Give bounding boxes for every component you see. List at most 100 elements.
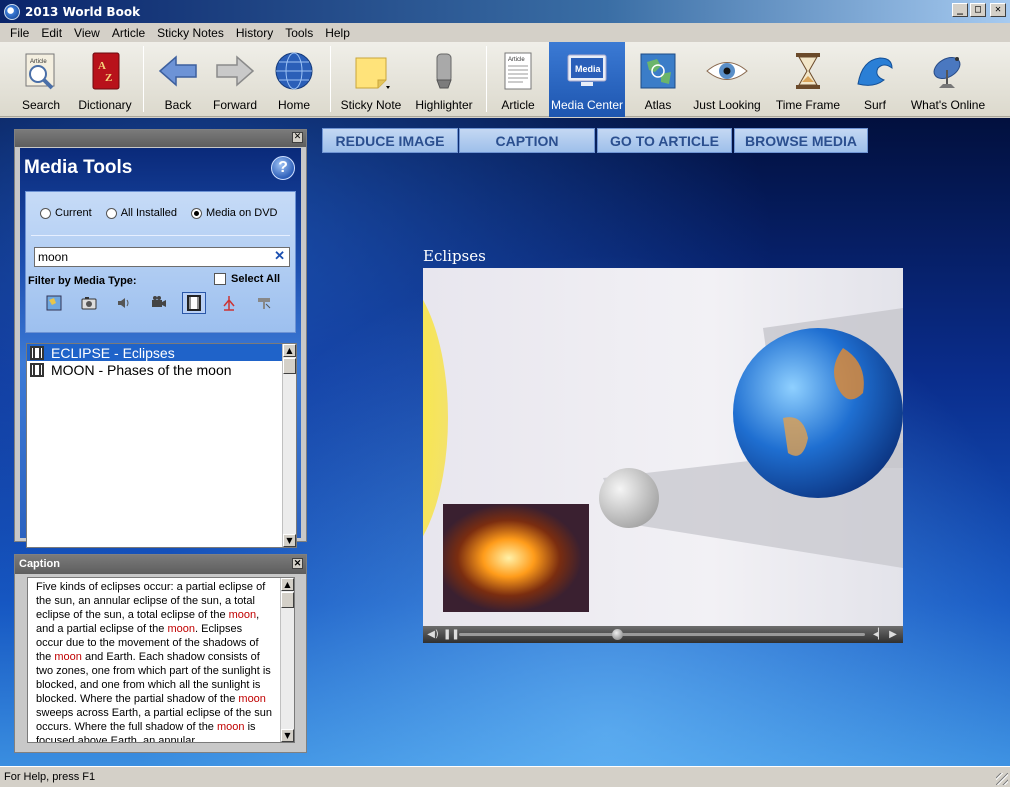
menu-article[interactable]: Article bbox=[106, 26, 151, 40]
diagram-icon[interactable] bbox=[217, 292, 241, 314]
maximize-button[interactable]: □ bbox=[970, 3, 986, 17]
list-item[interactable]: ECLIPSE - Eclipses bbox=[27, 344, 284, 361]
atlas-map-icon bbox=[636, 49, 680, 93]
surf-label: Surf bbox=[863, 98, 886, 112]
toolbar-separator bbox=[143, 46, 144, 112]
scope-radio-media-on-dvd[interactable]: Media on DVD bbox=[190, 207, 278, 219]
video-progress-knob[interactable] bbox=[612, 629, 624, 640]
result-label: ECLIPSE - Eclipses bbox=[51, 344, 175, 361]
surf-button[interactable]: Surf bbox=[850, 42, 900, 117]
select-all-label: Select All bbox=[231, 273, 281, 285]
scroll-up-arrow-icon[interactable]: ▲ bbox=[281, 578, 294, 591]
interactive-icon[interactable] bbox=[252, 292, 276, 314]
title-bar: 2013 World Book _ □ ✕ bbox=[0, 0, 1010, 23]
back-button[interactable]: Back bbox=[150, 42, 206, 117]
clear-search-icon[interactable]: ✕ bbox=[274, 248, 285, 264]
video-progress-track[interactable] bbox=[459, 629, 865, 640]
caption-text: Five kinds of eclipses occur: a partial … bbox=[36, 580, 272, 742]
go-to-article-button[interactable]: GO TO ARTICLE bbox=[597, 128, 732, 153]
audio-icon[interactable] bbox=[112, 292, 136, 314]
radio-button-icon bbox=[40, 207, 51, 219]
eye-icon bbox=[705, 49, 749, 93]
just-looking-button[interactable]: Just Looking bbox=[690, 42, 764, 117]
dictionary-icon: AZ bbox=[83, 49, 127, 93]
caption-button[interactable]: CAPTION bbox=[459, 128, 595, 153]
list-item[interactable]: MOON - Phases of the moon bbox=[27, 361, 284, 378]
scroll-down-arrow-icon[interactable]: ▼ bbox=[283, 534, 296, 547]
scope-radio-group: Current All Installed Media on DVD bbox=[40, 207, 278, 219]
menu-tools[interactable]: Tools bbox=[279, 26, 319, 40]
help-icon[interactable]: ? bbox=[271, 156, 295, 180]
caption-highlighted-term: moon bbox=[54, 651, 82, 663]
back-arrow-icon bbox=[156, 49, 200, 93]
step-back-icon[interactable]: ◂▏ bbox=[873, 629, 886, 640]
menu-history[interactable]: History bbox=[230, 26, 279, 40]
photo-icon[interactable] bbox=[77, 292, 101, 314]
scrollbar-thumb[interactable] bbox=[281, 592, 294, 608]
dictionary-button[interactable]: AZ Dictionary bbox=[75, 42, 135, 117]
time-frame-label: Time Frame bbox=[775, 98, 841, 112]
highlighter-icon bbox=[422, 49, 466, 93]
caption-highlighted-term: moon bbox=[216, 721, 245, 733]
caption-highlighted-term: moon bbox=[238, 693, 266, 705]
scope-radio-all-installed[interactable]: All Installed bbox=[105, 207, 177, 219]
eclipse-animation-frame[interactable] bbox=[423, 268, 903, 626]
search-button[interactable]: Article Search bbox=[10, 42, 72, 117]
caption-panel-title: Caption bbox=[19, 558, 60, 570]
media-monitor-icon: Media bbox=[565, 49, 609, 93]
media-center-button[interactable]: Media Media Center bbox=[549, 42, 625, 117]
world-book-app-icon bbox=[4, 3, 20, 20]
video-camera-icon[interactable] bbox=[147, 292, 171, 314]
media-search-input[interactable]: moon ✕ bbox=[34, 247, 290, 267]
checkbox-icon bbox=[214, 273, 226, 285]
minimize-button[interactable]: _ bbox=[952, 3, 968, 17]
eclipse-animation-image bbox=[423, 299, 903, 612]
sticky-note-button[interactable]: Sticky Note bbox=[338, 42, 404, 117]
results-scrollbar[interactable]: ▲ ▼ bbox=[282, 344, 296, 547]
media-tools-close-button[interactable]: ✕ bbox=[292, 132, 303, 143]
caption-panel-header: Caption ✕ bbox=[15, 555, 306, 574]
forward-button[interactable]: Forward bbox=[207, 42, 263, 117]
scrollbar-thumb[interactable] bbox=[283, 358, 296, 374]
browse-media-button[interactable]: BROWSE MEDIA bbox=[734, 128, 868, 153]
svg-text:Z: Z bbox=[105, 72, 112, 84]
menu-edit[interactable]: Edit bbox=[35, 26, 68, 40]
atlas-button[interactable]: Atlas bbox=[632, 42, 684, 117]
home-label: Home bbox=[277, 98, 310, 112]
article-button[interactable]: Article Article bbox=[493, 42, 543, 117]
menu-sticky-notes[interactable]: Sticky Notes bbox=[151, 26, 230, 40]
filter-by-media-type-label: Filter by Media Type: bbox=[28, 275, 137, 287]
search-label: Search bbox=[21, 98, 61, 112]
highlighter-button[interactable]: Highlighter bbox=[412, 42, 476, 117]
pause-icon[interactable]: ❚❚ bbox=[443, 629, 460, 640]
menu-help[interactable]: Help bbox=[319, 26, 356, 40]
search-icon: Article bbox=[19, 49, 63, 93]
time-frame-button[interactable]: Time Frame bbox=[773, 42, 843, 117]
caption-close-button[interactable]: ✕ bbox=[292, 558, 303, 569]
animation-film-icon[interactable] bbox=[182, 292, 206, 314]
map-icon[interactable] bbox=[42, 292, 66, 314]
scroll-up-arrow-icon[interactable]: ▲ bbox=[283, 344, 296, 357]
article-label: Article bbox=[501, 98, 535, 112]
caption-scrollbar[interactable]: ▲ ▼ bbox=[280, 578, 294, 742]
select-all-checkbox[interactable]: Select All bbox=[214, 273, 280, 285]
caption-panel: Caption ✕ Five kinds of eclipses occur: … bbox=[14, 554, 307, 753]
svg-text:Article: Article bbox=[30, 59, 47, 65]
radio-button-icon bbox=[105, 207, 117, 219]
menu-file[interactable]: File bbox=[4, 26, 35, 40]
resize-grip-icon[interactable] bbox=[996, 773, 1008, 785]
just-looking-label: Just Looking bbox=[693, 98, 761, 112]
scope-radio-current[interactable]: Current bbox=[40, 207, 92, 219]
volume-icon[interactable]: ◀) bbox=[427, 629, 439, 640]
media-results-list: ECLIPSE - Eclipses MOON - Phases of the … bbox=[26, 343, 297, 548]
scroll-down-arrow-icon[interactable]: ▼ bbox=[281, 729, 294, 742]
whats-online-button[interactable]: What's Online bbox=[906, 42, 990, 117]
svg-text:Media: Media bbox=[575, 64, 602, 74]
whats-online-label: What's Online bbox=[910, 98, 986, 112]
home-button[interactable]: Home bbox=[266, 42, 322, 117]
caption-highlighted-term: moon bbox=[228, 609, 257, 621]
menu-view[interactable]: View bbox=[68, 26, 106, 40]
close-button[interactable]: ✕ bbox=[990, 3, 1006, 17]
reduce-image-button[interactable]: REDUCE IMAGE bbox=[322, 128, 458, 153]
play-icon[interactable]: ▶ bbox=[887, 629, 899, 640]
